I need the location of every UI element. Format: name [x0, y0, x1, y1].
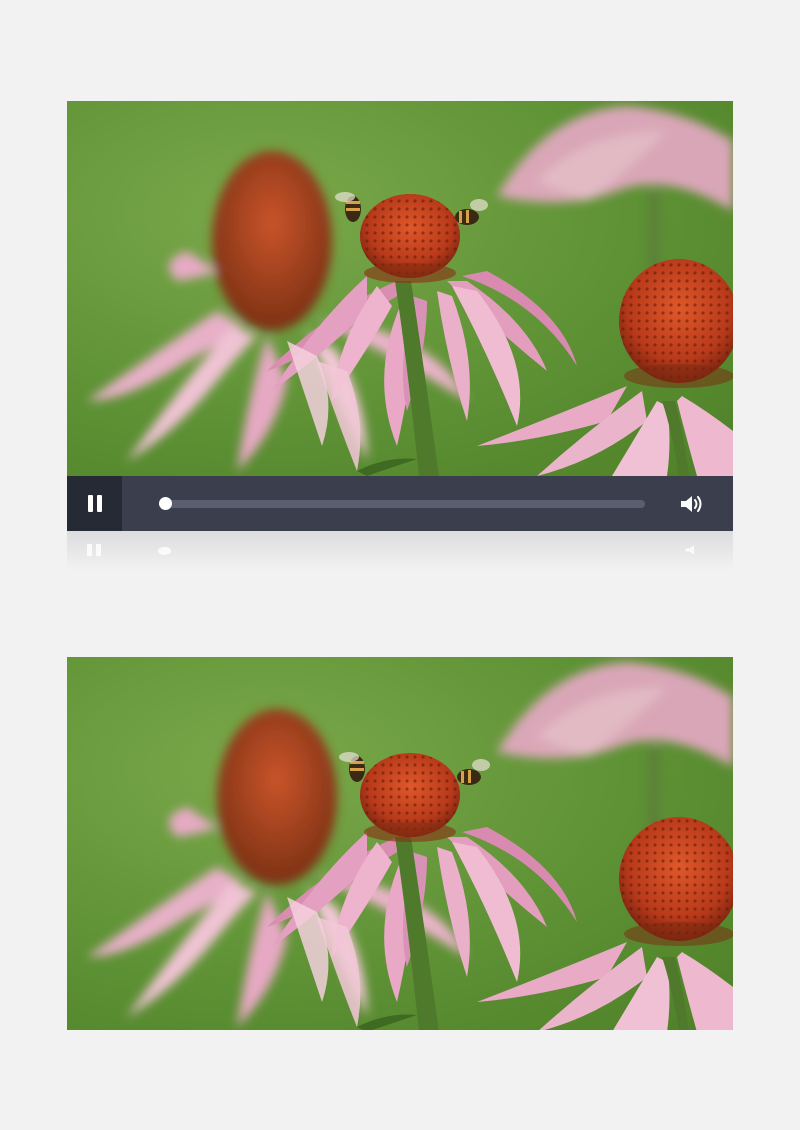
control-bar	[67, 476, 733, 531]
coneflower-bees-scene	[87, 106, 733, 476]
coneflower-bees-scene	[87, 662, 733, 1030]
bee-left	[335, 192, 361, 222]
control-bar-reflection	[67, 531, 733, 571]
bee-right	[455, 199, 488, 225]
video-player-top[interactable]	[67, 101, 733, 531]
video-frame[interactable]	[67, 101, 733, 476]
pause-icon	[87, 495, 102, 512]
progress-knob[interactable]	[159, 496, 172, 510]
progress-track[interactable]	[159, 496, 645, 510]
pause-button[interactable]	[67, 476, 122, 531]
volume-button[interactable]	[678, 490, 706, 518]
video-frame[interactable]	[67, 657, 733, 1030]
volume-icon	[681, 495, 702, 512]
page	[0, 0, 800, 1130]
video-player-bottom[interactable]	[67, 657, 733, 1030]
